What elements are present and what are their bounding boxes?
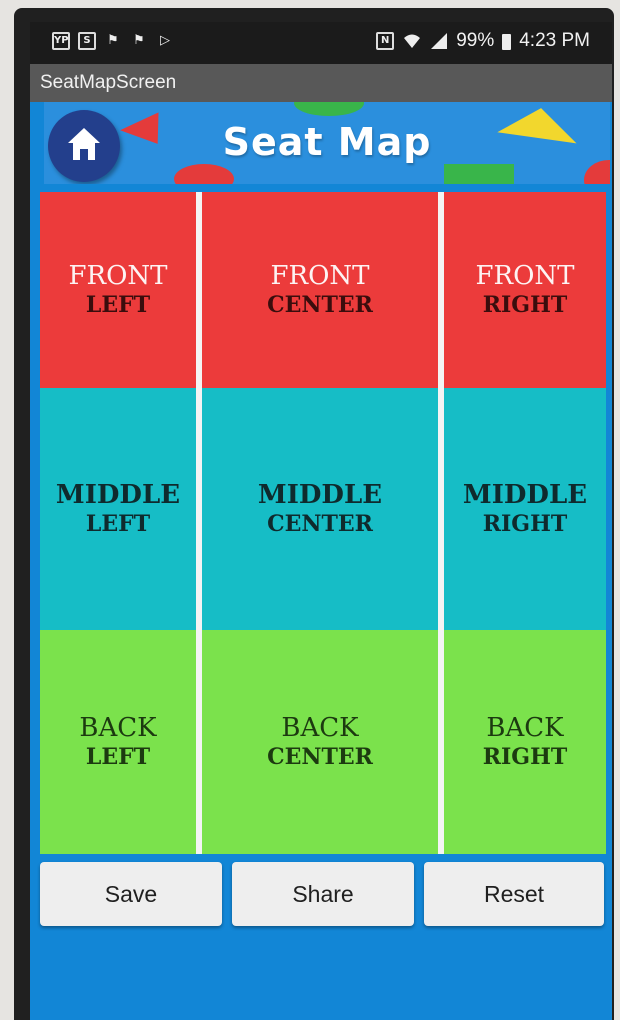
seat-row-label: FRONT — [270, 261, 370, 292]
seat-position-label: LEFT — [85, 744, 151, 771]
seat-middle-right[interactable]: MIDDLE RIGHT — [444, 388, 606, 630]
home-button[interactable] — [48, 110, 120, 182]
seat-row-label: BACK — [281, 713, 359, 744]
seat-front-center[interactable]: FRONT CENTER — [202, 192, 438, 388]
s-icon: S — [78, 32, 96, 50]
status-bar: YP S ⚑ ⚑ ▷ N 99% 4:23 PM — [30, 22, 612, 64]
home-icon — [68, 128, 100, 160]
nfc-icon: N — [376, 32, 395, 50]
app-screen: YP S ⚑ ⚑ ▷ N 99% 4:23 PM SeatMapScreen S… — [30, 22, 612, 1020]
action-bar: Save Share Reset — [40, 862, 606, 928]
seat-position-label: CENTER — [267, 511, 373, 538]
share-button[interactable]: Share — [232, 862, 414, 926]
flag-icon: ⚑ — [107, 33, 119, 48]
status-time: 4:23 PM — [519, 30, 590, 51]
seat-back-right[interactable]: BACK RIGHT — [444, 630, 606, 854]
confetti-shape — [174, 164, 234, 184]
wifi-icon — [404, 34, 421, 48]
save-button[interactable]: Save — [40, 862, 222, 926]
seat-position-label: CENTER — [267, 744, 373, 771]
flag-icon: ⚑ — [133, 33, 145, 48]
system-icons: N 99% 4:23 PM — [376, 30, 590, 52]
battery-percent: 99% — [456, 30, 495, 51]
seat-middle-left[interactable]: MIDDLE LEFT — [40, 388, 196, 630]
seat-row-label: MIDDLE — [55, 480, 181, 511]
page-title: Seat Map — [222, 120, 432, 164]
seat-row-label: FRONT — [475, 261, 575, 292]
seat-position-label: LEFT — [85, 511, 151, 538]
seat-position-label: RIGHT — [482, 292, 568, 319]
play-store-icon: ▷ — [160, 33, 170, 48]
seat-position-label: CENTER — [267, 292, 373, 319]
app-title: SeatMapScreen — [40, 72, 177, 93]
seat-row-label: BACK — [79, 713, 157, 744]
seat-position-label: RIGHT — [482, 511, 568, 538]
reset-button[interactable]: Reset — [424, 862, 604, 926]
confetti-shape — [444, 164, 514, 184]
header-banner: Seat Map — [44, 102, 610, 184]
seat-position-label: LEFT — [85, 292, 151, 319]
seat-front-right[interactable]: FRONT RIGHT — [444, 192, 606, 388]
seat-row-label: BACK — [486, 713, 564, 744]
seat-row-label: MIDDLE — [462, 480, 588, 511]
seat-row-label: FRONT — [68, 261, 168, 292]
seat-row-label: MIDDLE — [257, 480, 383, 511]
seat-map-grid: FRONT LEFT FRONT CENTER FRONT RIGHT MIDD… — [40, 192, 606, 854]
battery-icon — [502, 34, 512, 50]
seat-front-left[interactable]: FRONT LEFT — [40, 192, 196, 388]
seat-position-label: RIGHT — [482, 744, 568, 771]
seat-back-center[interactable]: BACK CENTER — [202, 630, 438, 854]
yp-icon: YP — [52, 32, 70, 50]
signal-icon — [431, 33, 448, 49]
app-titlebar: SeatMapScreen — [30, 64, 612, 102]
seat-middle-center[interactable]: MIDDLE CENTER — [202, 388, 438, 630]
confetti-shape — [294, 102, 364, 116]
notification-icons: YP S ⚑ ⚑ ▷ — [52, 32, 174, 50]
seat-back-left[interactable]: BACK LEFT — [40, 630, 196, 854]
